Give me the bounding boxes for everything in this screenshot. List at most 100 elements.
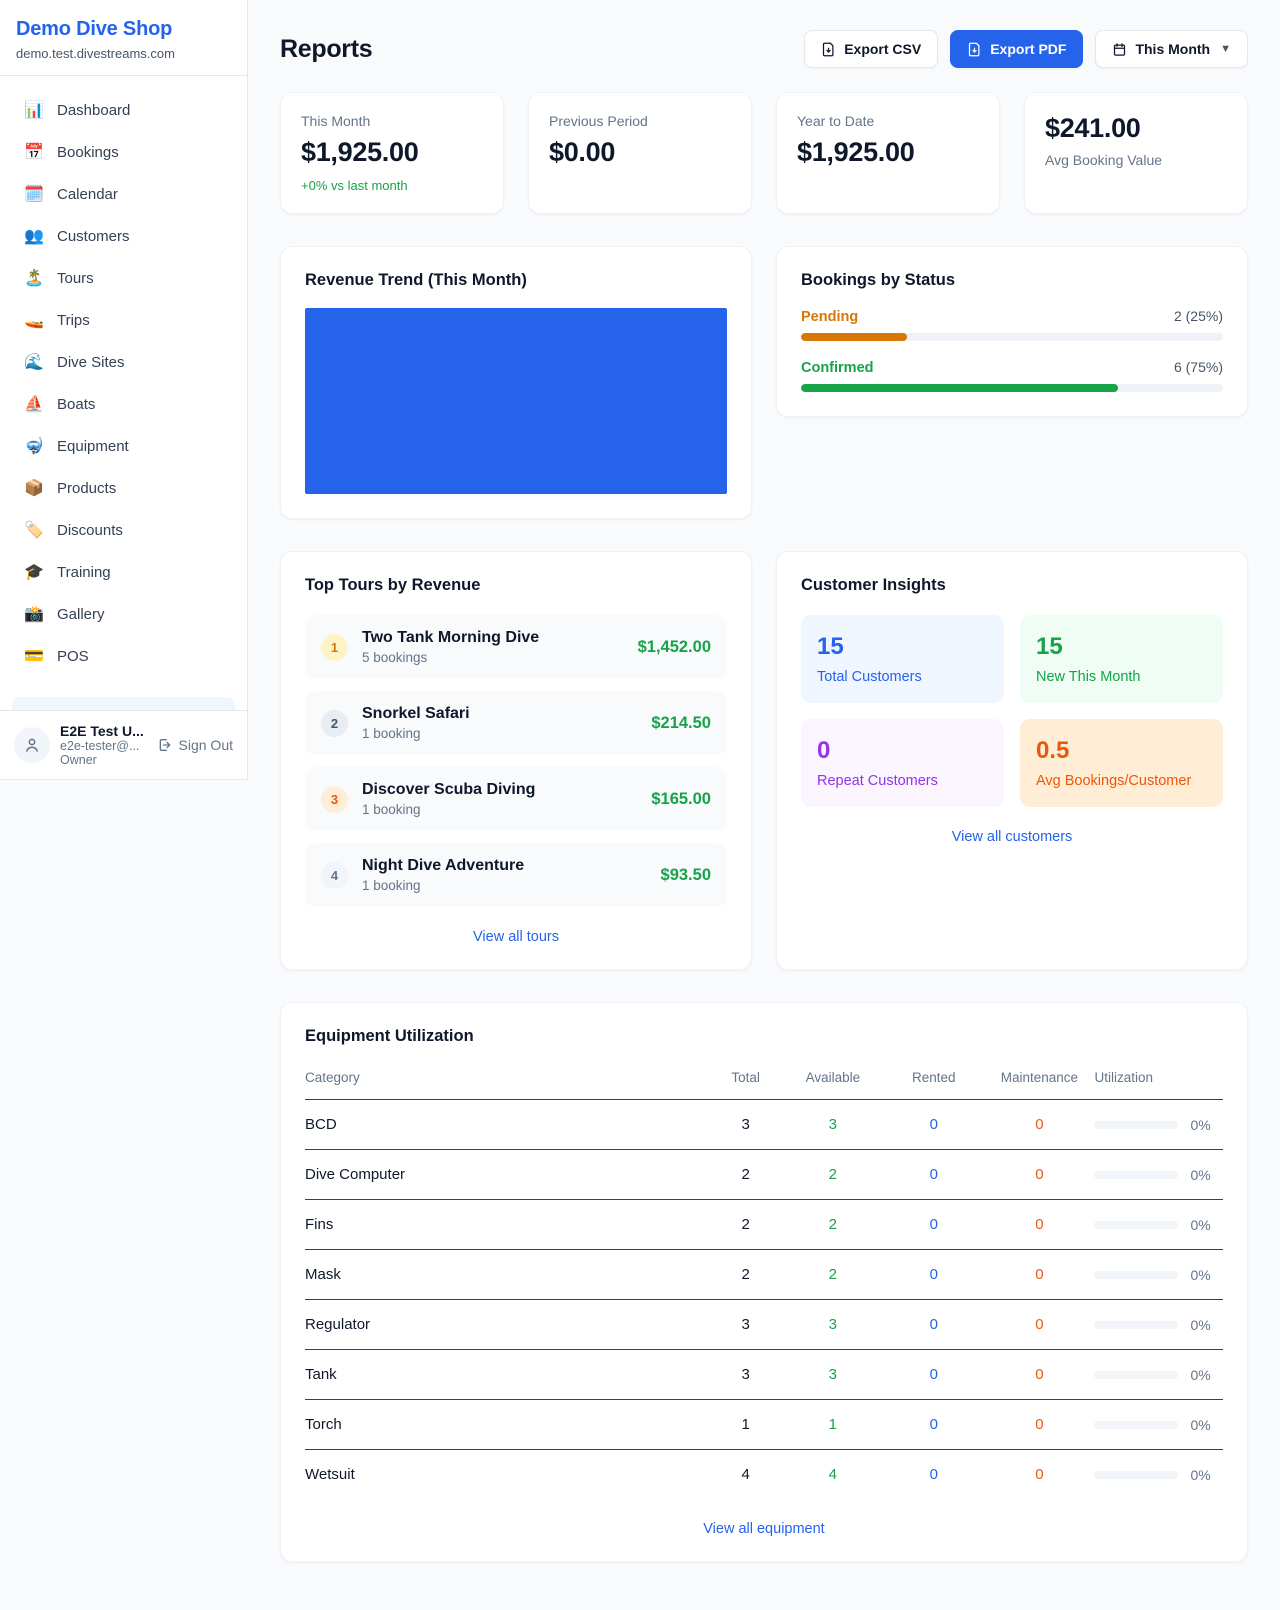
utilization-bar [1094,1421,1178,1429]
stat-value: $1,925.00 [797,137,979,168]
sidebar-item-boats[interactable]: ⛵Boats [12,384,235,424]
view-all-customers-link[interactable]: View all customers [801,829,1223,845]
bookings-by-status-title: Bookings by Status [801,271,1223,290]
cell-category: Regulator [305,1300,709,1350]
cell-rented: 0 [883,1100,984,1150]
dashboard-icon: 📊 [24,100,44,120]
sidebar-item-label: Equipment [57,438,129,455]
export-pdf-button[interactable]: Export PDF [950,30,1083,68]
sidebar-item-gallery[interactable]: 📸Gallery [12,594,235,634]
cell-available: 3 [782,1100,883,1150]
insight-label: Total Customers [817,669,988,685]
sidebar-item-products[interactable]: 📦Products [12,468,235,508]
col-header-category: Category [305,1060,709,1100]
tour-name: Night Dive Adventure [362,857,647,875]
view-all-tours-link[interactable]: View all tours [305,929,727,945]
sidebar-item-label: Customers [57,228,130,245]
cell-available: 2 [782,1150,883,1200]
tour-row: 2Snorkel Safari1 booking$214.50 [305,691,727,755]
tour-row: 1Two Tank Morning Dive5 bookings$1,452.0… [305,615,727,679]
tour-name: Snorkel Safari [362,705,637,723]
chevron-down-icon: ▼ [1220,43,1231,55]
sidebar-item-calendar[interactable]: 🗓️ Calendar [12,174,235,214]
tours-icon: 🏝️ [24,268,44,288]
rank-badge: 3 [321,786,348,813]
sidebar-item-pos[interactable]: 💳POS [12,636,235,676]
calendar-icon: 🗓️ [24,184,44,204]
table-row: Fins22000% [305,1200,1223,1250]
user-role: Owner [60,753,147,767]
cell-rented: 0 [883,1300,984,1350]
brand-block: Demo Dive Shop demo.test.divestreams.com [0,0,247,76]
cell-maintenance: 0 [984,1300,1094,1350]
sidebar-item-discounts[interactable]: 🏷️Discounts [12,510,235,550]
sidebar-nav: 📊 Dashboard 📅Bookings 🗓️ Calendar 👥 Customers 🏝… [0,76,247,697]
col-header-total: Total [709,1060,782,1100]
cell-rented: 0 [883,1150,984,1200]
table-row: Mask22000% [305,1250,1223,1300]
insight-label: New This Month [1036,669,1207,685]
sidebar-item-training[interactable]: 🎓Training [12,552,235,592]
cell-total: 1 [709,1400,782,1450]
sign-out-button[interactable]: Sign Out [157,737,233,753]
pos-icon: 💳 [24,646,44,666]
status-count: 2 (25%) [1174,308,1223,324]
sidebar-item-customers[interactable]: 👥 Customers [12,216,235,256]
insight-repeat-customers: 0 Repeat Customers [801,719,1004,807]
sidebar-item-tours[interactable]: 🏝️Tours [12,258,235,298]
tour-bookings: 1 booking [362,802,637,817]
sidebar-item-trips[interactable]: 🚤Trips [12,300,235,340]
sidebar-item-label: Calendar [57,186,118,203]
sidebar-item-reports-partial[interactable] [12,697,235,710]
equipment-icon: 🤿 [24,436,44,456]
boats-icon: ⛵ [24,394,44,414]
cell-maintenance: 0 [984,1150,1094,1200]
insight-avg-bookings: 0.5 Avg Bookings/Customer [1020,719,1223,807]
sidebar-user-footer: E2E Test U... e2e-tester@... Owner Sign … [0,710,247,779]
stat-label: This Month [301,113,483,129]
brand-name[interactable]: Demo Dive Shop [16,18,231,41]
stat-card-this-month: This Month $1,925.00 +0% vs last month [280,92,504,214]
customer-insights-card: Customer Insights 15 Total Customers 15 … [776,551,1248,970]
customers-icon: 👥 [24,226,44,246]
header-actions: Export CSV Export PDF This Month ▼ [804,30,1248,68]
stat-card-previous-period: Previous Period $0.00 [528,92,752,214]
insights-row: Top Tours by Revenue 1Two Tank Morning D… [280,551,1248,970]
cell-rented: 0 [883,1450,984,1500]
status-row-confirmed: Confirmed 6 (75%) [801,359,1223,392]
bookings-icon: 📅 [24,142,44,162]
sidebar: Demo Dive Shop demo.test.divestreams.com… [0,0,248,780]
sidebar-item-label: Dashboard [57,102,130,119]
insights-grid: 15 Total Customers 15 New This Month 0 R… [801,615,1223,807]
cell-total: 2 [709,1200,782,1250]
user-name: E2E Test U... [60,723,147,739]
discounts-icon: 🏷️ [24,520,44,540]
insight-value: 15 [817,633,988,661]
status-progress-fill [801,333,907,341]
export-csv-button[interactable]: Export CSV [804,30,938,68]
sidebar-item-label: Trips [57,312,90,329]
period-dropdown[interactable]: This Month ▼ [1095,30,1248,68]
charts-row: Revenue Trend (This Month) Bookings by S… [280,246,1248,519]
sidebar-item-equipment[interactable]: 🤿 Equipment [12,426,235,466]
view-all-equipment-link[interactable]: View all equipment [305,1521,1223,1537]
sidebar-item-label: Products [57,480,116,497]
cell-maintenance: 0 [984,1350,1094,1400]
cell-available: 2 [782,1200,883,1250]
cell-available: 2 [782,1250,883,1300]
avatar [14,727,50,763]
cell-category: Mask [305,1250,709,1300]
status-progress-track [801,384,1223,392]
cell-rented: 0 [883,1400,984,1450]
stat-cards: This Month $1,925.00 +0% vs last month P… [280,92,1248,214]
stat-value: $1,925.00 [301,137,483,168]
page-header: Reports Export CSV Export PDF This Month [280,30,1248,68]
sidebar-item-dive-sites[interactable]: 🌊Dive Sites [12,342,235,382]
insight-total-customers: 15 Total Customers [801,615,1004,703]
status-row-pending: Pending 2 (25%) [801,308,1223,341]
stat-card-year-to-date: Year to Date $1,925.00 [776,92,1000,214]
top-tours-title: Top Tours by Revenue [305,576,727,595]
equipment-table: Category Total Available Rented Maintena… [305,1060,1223,1499]
sidebar-item-dashboard[interactable]: 📊 Dashboard [12,90,235,130]
sidebar-item-bookings[interactable]: 📅Bookings [12,132,235,172]
